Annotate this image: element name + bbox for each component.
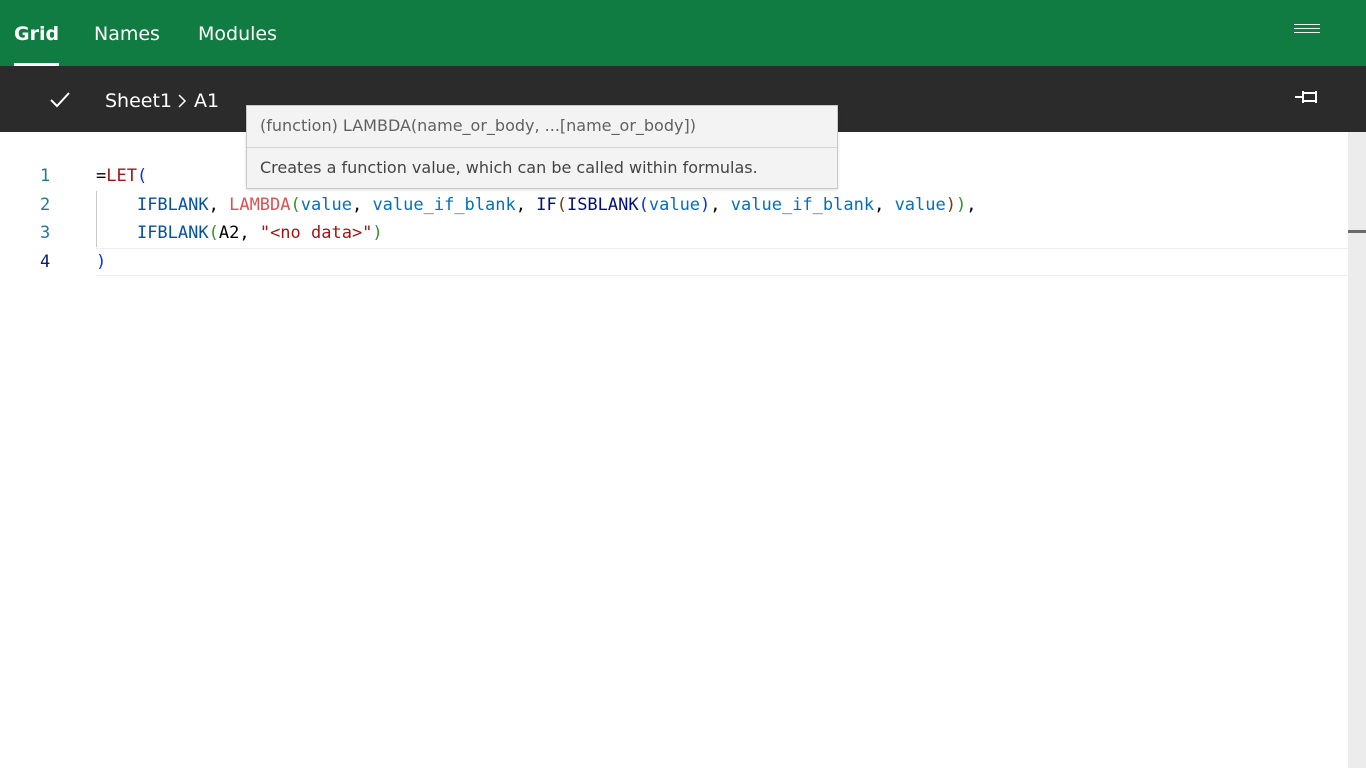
tooltip-description: Creates a function value, which can be c… [260, 158, 758, 177]
token-sep: , [966, 195, 977, 215]
code-line-1[interactable]: =LET( [96, 162, 147, 190]
token-paren: ) [700, 195, 711, 215]
tab-grid[interactable]: Grid [14, 0, 60, 66]
token-arg-value-if-blank: value_if_blank [372, 195, 516, 215]
line-number-2: 2 [40, 195, 51, 215]
breadcrumb-sheet[interactable]: Sheet1 [105, 88, 172, 114]
current-line-highlight [96, 248, 1364, 276]
token-paren: ( [208, 223, 219, 243]
token-sep: , [351, 195, 373, 215]
vertical-scrollbar[interactable] [1348, 132, 1366, 768]
token-if: IF [536, 195, 557, 215]
top-nav-bar: Grid Names Modules [0, 0, 1366, 66]
breadcrumb-cell[interactable]: A1 [194, 88, 219, 114]
token-paren: ( [638, 195, 649, 215]
token-paren: ( [136, 166, 148, 186]
line-number-3: 3 [40, 223, 51, 243]
tooltip-signature: (function) LAMBDA(name_or_body, ...[name… [260, 116, 696, 135]
token-paren: ) [372, 223, 383, 243]
token-string: "<no data>" [259, 223, 373, 243]
pin-icon[interactable] [1293, 86, 1321, 108]
token-if-value: value [894, 195, 946, 215]
token-eq: = [96, 166, 107, 186]
token-sep: , [874, 195, 895, 215]
token-paren: ) [96, 252, 107, 272]
token-ifblank: IFBLANK [136, 195, 209, 215]
tooltip-divider [247, 147, 837, 148]
code-line-4[interactable]: ) [96, 248, 106, 276]
token-paren: ( [556, 195, 567, 215]
line-number-1: 1 [40, 166, 51, 186]
code-line-3[interactable]: IFBLANK(A2, "<no data>") [96, 219, 383, 247]
token-if-value-if-blank: value_if_blank [730, 195, 875, 215]
token-isblank: ISBLANK [566, 195, 639, 215]
signature-help-tooltip: (function) LAMBDA(name_or_body, ...[name… [246, 105, 838, 189]
token-sep: , [710, 195, 731, 215]
tab-grid-label: Grid [14, 23, 60, 45]
checkmark-icon[interactable] [48, 88, 72, 112]
token-sep: , [208, 195, 230, 215]
token-ref-a2: A2 [218, 223, 240, 243]
tab-modules-label: Modules [198, 23, 277, 45]
tab-modules[interactable]: Modules [198, 0, 277, 66]
token-isblank-value: value [648, 195, 701, 215]
tab-names-label: Names [94, 23, 160, 45]
tab-names[interactable]: Names [94, 0, 160, 66]
token-paren: ) [956, 195, 967, 215]
token-sep: , [239, 223, 260, 243]
token-paren: ( [290, 195, 301, 215]
token-sep: , [515, 195, 537, 215]
hamburger-menu-icon[interactable] [1294, 24, 1320, 38]
code-line-2[interactable]: IFBLANK, LAMBDA(value, value_if_blank, I… [96, 191, 977, 219]
token-let: LET [106, 166, 137, 186]
token-ifblank: IFBLANK [136, 223, 209, 243]
token-lambda: LAMBDA [229, 195, 291, 215]
token-paren: ) [945, 195, 956, 215]
scrollbar-position-marker [1348, 230, 1366, 233]
line-number-4: 4 [40, 252, 51, 272]
token-arg-value: value [300, 195, 352, 215]
chevron-right-icon [178, 94, 187, 108]
